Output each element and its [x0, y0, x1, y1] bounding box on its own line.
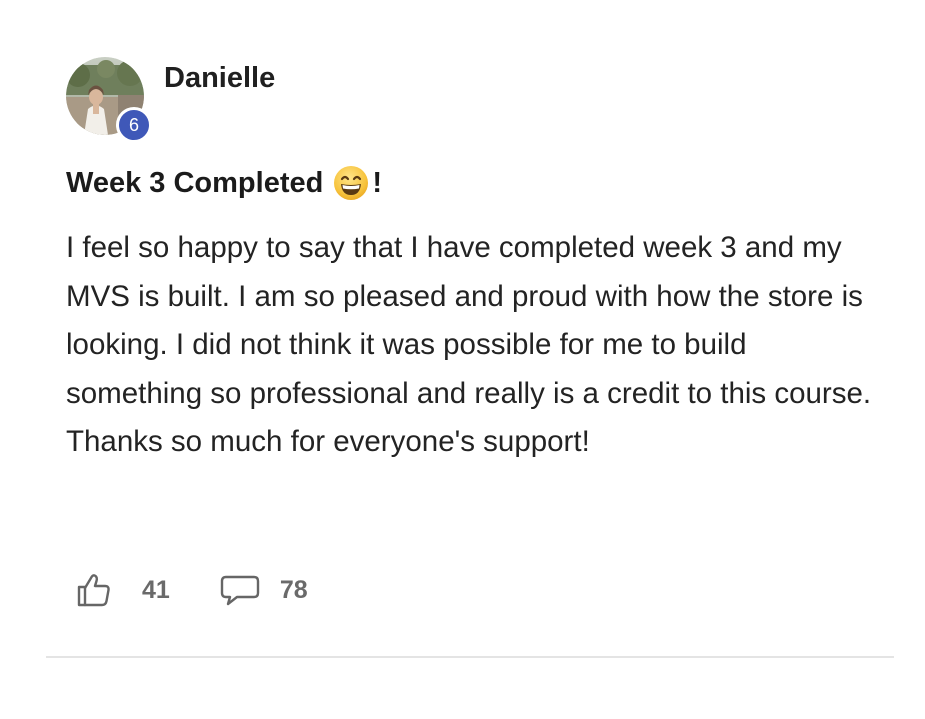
post-body: I feel so happy to say that I have compl… — [66, 231, 872, 458]
author-avatar-group[interactable]: 6 — [66, 57, 152, 143]
post-actions: 41 78 — [76, 572, 308, 608]
author-name[interactable]: Danielle — [164, 62, 275, 95]
comment-count: 78 — [279, 575, 308, 604]
thumbs-up-icon — [77, 574, 110, 607]
like-button[interactable]: 41 — [76, 572, 220, 608]
comment-bubble-icon — [220, 575, 260, 606]
post-title-text: Week 3 Completed — [66, 166, 324, 199]
comment-button[interactable]: 78 — [220, 572, 308, 608]
divider — [46, 656, 894, 658]
post-title-suffix: ! — [372, 166, 382, 199]
grinning-face-emoji-icon — [334, 166, 369, 200]
post-title[interactable]: Week 3 Completed ! — [66, 165, 382, 201]
like-count: 41 — [142, 575, 170, 604]
post-card: 6 Danielle Week 3 Completed ! I feel so … — [0, 0, 925, 719]
level-badge: 6 — [116, 107, 152, 143]
